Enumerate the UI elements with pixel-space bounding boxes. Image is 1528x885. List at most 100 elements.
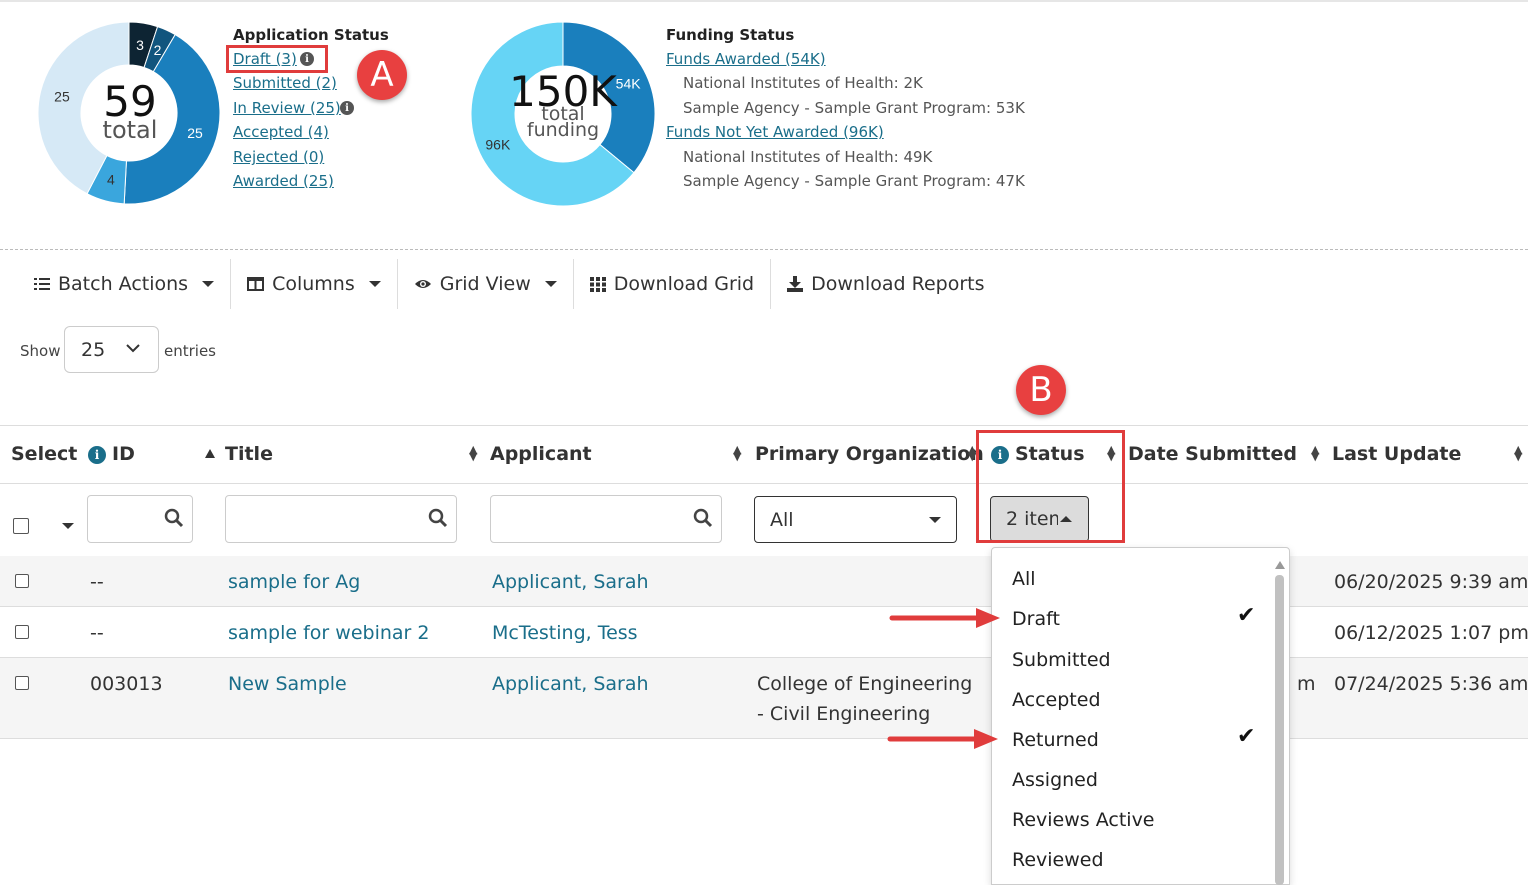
grid-view-label: Grid View — [439, 273, 531, 295]
eye-icon — [414, 280, 431, 288]
table-row[interactable]: -- sample for Ag Applicant, Sarah 06/20/… — [0, 556, 1528, 607]
row-primary-organization-line-2: - Civil Engineering — [757, 703, 931, 725]
status-option-returned[interactable]: Returned — [1012, 729, 1099, 751]
application-status-slice-label: 25 — [54, 89, 70, 105]
row-title-link[interactable]: sample for webinar 2 — [228, 622, 429, 644]
funds-awarded-link[interactable]: Funds Awarded (54K) — [666, 50, 826, 68]
sort-icon[interactable]: ▲ ▼ — [1311, 444, 1319, 462]
grid-icon — [589, 276, 606, 292]
download-grid-button[interactable]: Download Grid — [589, 273, 755, 295]
toolbar-separator — [396, 259, 398, 309]
row-last-update: 06/12/2025 1:07 pm — [1334, 622, 1528, 644]
dropdown-scrollbar[interactable] — [1275, 575, 1284, 885]
download-reports-button[interactable]: Download Reports — [787, 273, 984, 295]
column-header-last-update[interactable]: Last Update — [1332, 443, 1461, 465]
status-link-submitted[interactable]: Submitted (2) — [233, 74, 337, 92]
select-all-checkbox[interactable] — [13, 518, 29, 534]
entries-per-page-value: 25 — [81, 338, 106, 361]
batch-actions-button[interactable]: Batch Actions — [34, 273, 215, 295]
batch-actions-label: Batch Actions — [58, 273, 189, 295]
download-reports-label: Download Reports — [811, 273, 985, 295]
row-applicant-link[interactable]: Applicant, Sarah — [492, 571, 649, 593]
status-option-assigned[interactable]: Assigned — [1012, 769, 1098, 791]
column-header-title[interactable]: Title — [225, 443, 273, 465]
row-title-link[interactable]: New Sample — [228, 673, 347, 695]
column-header-select: Select — [11, 443, 78, 465]
status-link-accepted[interactable]: Accepted (4) — [233, 123, 329, 141]
entries-per-page-select[interactable]: 25 — [64, 326, 159, 373]
entries-label: entries — [164, 342, 216, 360]
columns-icon — [247, 277, 265, 291]
row-title-link[interactable]: sample for Ag — [228, 571, 360, 593]
sort-ascending-icon[interactable] — [205, 449, 215, 458]
columns-button[interactable]: Columns — [247, 273, 381, 295]
scroll-up-arrow-icon[interactable] — [1275, 561, 1285, 569]
id-filter-input[interactable] — [87, 495, 193, 543]
row-id: 003013 — [90, 673, 163, 695]
status-link-rejected[interactable]: Rejected (0) — [233, 148, 324, 166]
annotation-box-b — [976, 430, 1125, 543]
primary-organization-filter-select[interactable]: All — [754, 496, 957, 543]
funding-status-slice-label: 54K — [616, 75, 642, 91]
search-icon — [164, 508, 184, 528]
column-header-id[interactable]: ID — [112, 443, 135, 465]
row-checkbox[interactable] — [15, 574, 29, 588]
table-row[interactable]: -- sample for webinar 2 McTesting, Tess … — [0, 607, 1528, 658]
status-link-awarded[interactable]: Awarded (25) — [233, 172, 334, 190]
search-icon — [428, 508, 448, 528]
list-icon — [34, 278, 50, 290]
status-option-accepted[interactable]: Accepted — [1012, 689, 1101, 711]
checkmark-icon: ✔ — [1237, 603, 1256, 628]
annotation-arrow-draft — [889, 608, 1000, 628]
row-id: -- — [90, 571, 104, 593]
select-options-caret-icon[interactable] — [62, 523, 74, 529]
download-icon — [787, 276, 804, 292]
application-status-title: Application Status — [233, 26, 389, 44]
applicant-filter-input[interactable] — [490, 495, 722, 543]
sort-icon[interactable]: ▲ ▼ — [733, 444, 741, 462]
status-link-in-review[interactable]: In Review (25) — [233, 99, 341, 117]
status-option-submitted[interactable]: Submitted — [1012, 649, 1111, 671]
annotation-arrow-returned — [887, 729, 998, 749]
row-checkbox[interactable] — [15, 676, 29, 690]
funds-not-awarded-line: National Institutes of Health: 49K — [683, 148, 933, 166]
row-primary-organization: College of Engineering — [757, 673, 973, 695]
funding-status-slice-label: 96K — [485, 137, 511, 153]
id-info-icon[interactable]: i — [88, 446, 106, 464]
application-total-label: total — [102, 116, 158, 144]
row-last-update: 07/24/2025 5:36 am — [1334, 673, 1528, 695]
row-applicant-link[interactable]: Applicant, Sarah — [492, 673, 649, 695]
chevron-down-icon — [126, 344, 140, 353]
status-option-draft[interactable]: Draft — [1012, 608, 1060, 630]
section-divider — [0, 249, 1528, 250]
status-option-reviewed[interactable]: Reviewed — [1012, 849, 1104, 871]
column-header-primary-organization[interactable]: Primary Organization — [755, 443, 984, 465]
chevron-down-icon — [929, 517, 941, 523]
column-header-date-submitted[interactable]: Date Submitted — [1128, 443, 1297, 465]
status-dropdown-menu: All Draft ✔ Submitted Accepted Returned … — [991, 547, 1290, 885]
status-option-reviews-active[interactable]: Reviews Active — [1012, 809, 1155, 831]
row-last-update: 06/20/2025 9:39 am — [1334, 571, 1528, 593]
top-border — [0, 0, 1528, 2]
title-filter-input[interactable] — [225, 495, 457, 543]
in-review-info-icon[interactable]: i — [340, 101, 354, 115]
toolbar-separator — [572, 259, 574, 309]
sort-icon[interactable]: ▲ ▼ — [1514, 444, 1522, 462]
status-option-all[interactable]: All — [1012, 568, 1036, 590]
funds-not-awarded-line: Sample Agency - Sample Grant Program: 47… — [683, 172, 1025, 190]
annotation-badge-b: B — [1016, 365, 1066, 415]
row-date-submitted: m — [1297, 673, 1316, 695]
table-row[interactable]: 003013 New Sample Applicant, Sarah Colle… — [0, 658, 1528, 739]
funding-total-label-2: funding — [526, 119, 600, 141]
sort-icon[interactable]: ▲ ▼ — [469, 444, 477, 462]
chevron-down-icon — [202, 281, 215, 287]
download-grid-label: Download Grid — [613, 273, 755, 295]
row-applicant-link[interactable]: McTesting, Tess — [492, 622, 638, 644]
funds-not-awarded-link[interactable]: Funds Not Yet Awarded (96K) — [666, 123, 884, 141]
column-header-applicant[interactable]: Applicant — [490, 443, 592, 465]
search-icon — [693, 508, 713, 528]
grid-view-button[interactable]: Grid View — [414, 273, 557, 295]
chevron-down-icon — [544, 281, 557, 287]
row-checkbox[interactable] — [15, 625, 29, 639]
checkmark-icon: ✔ — [1237, 724, 1256, 749]
